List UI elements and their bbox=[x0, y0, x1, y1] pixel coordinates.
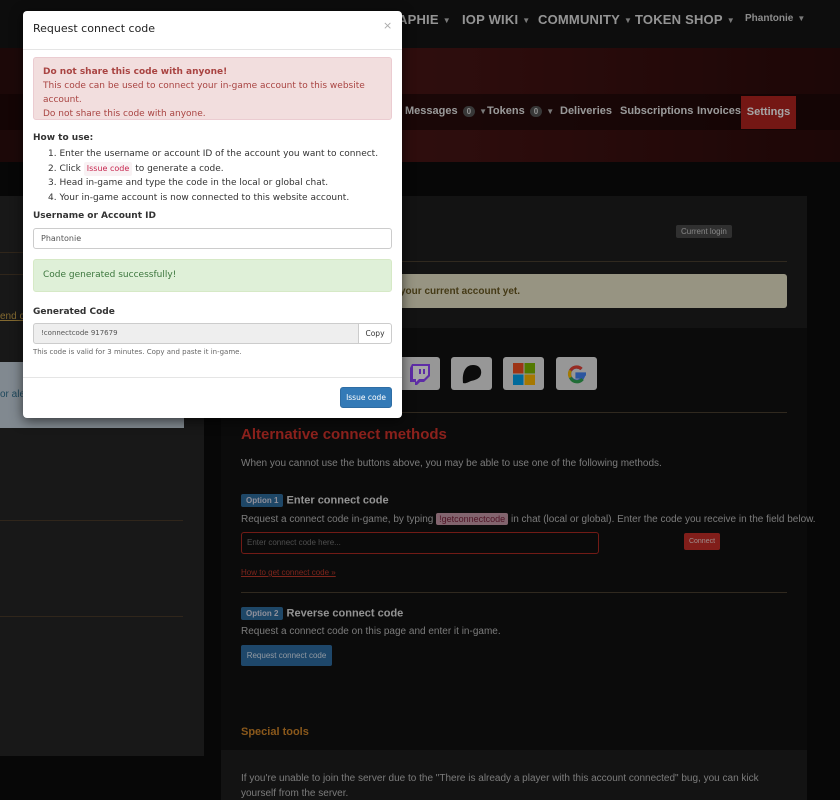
divider bbox=[23, 49, 402, 50]
success-alert: Code generated successfully! bbox=[33, 259, 392, 292]
alert-text: Do not share this code with anyone. bbox=[43, 109, 206, 119]
generated-code-field[interactable]: !connectcode 917679 bbox=[33, 323, 359, 344]
alert-heading: Do not share this code with anyone! bbox=[43, 67, 228, 77]
step-item: 4. Your in-game account is now connected… bbox=[48, 192, 350, 203]
generated-code-label: Generated Code bbox=[33, 307, 115, 317]
step-item: 3. Head in-game and type the code in the… bbox=[48, 178, 329, 188]
copy-button[interactable]: Copy bbox=[358, 323, 392, 344]
howto-steps: 1. Enter the username or account ID of t… bbox=[48, 147, 378, 205]
step-text: to generate a code. bbox=[135, 163, 224, 174]
step-item: 2. Click Issue code to generate a code. bbox=[48, 161, 378, 176]
username-input[interactable]: Phantonie bbox=[33, 228, 392, 249]
alert-text: This code can be used to connect your in… bbox=[43, 81, 365, 105]
step-text: 2. Click bbox=[48, 163, 81, 174]
generated-code-help: This code is valid for 3 minutes. Copy a… bbox=[33, 348, 242, 356]
modal-title: Request connect code bbox=[33, 22, 156, 35]
request-connect-code-modal: Request connect code × Do not share this… bbox=[23, 11, 402, 418]
close-icon[interactable]: × bbox=[383, 19, 392, 32]
issue-code-button[interactable]: Issue code bbox=[340, 387, 392, 408]
step-item: 1. Enter the username or account ID of t… bbox=[48, 149, 379, 159]
issue-code-chip: Issue code bbox=[83, 161, 133, 176]
username-label: Username or Account ID bbox=[33, 211, 156, 221]
danger-alert: Do not share this code with anyone! This… bbox=[33, 57, 392, 120]
divider bbox=[23, 377, 402, 378]
howto-title: How to use: bbox=[33, 133, 94, 143]
